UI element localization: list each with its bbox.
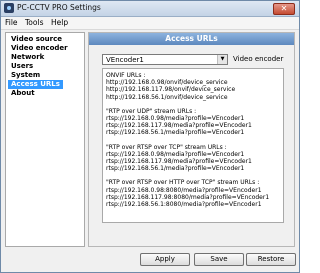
url-line[interactable]: rtsp://192.168.0.98/media?profile=VEncod… (106, 151, 280, 158)
menu-help[interactable]: Help (51, 18, 68, 27)
close-button[interactable]: ✕ (273, 3, 295, 15)
url-line[interactable]: http://192.168.56.1/onvif/device_service (106, 94, 280, 101)
rtp-rtsp-http-tcp-urls-section: "RTP over RTSP over HTTP over TCP" strea… (106, 179, 280, 208)
menu-tools[interactable]: Tools (25, 18, 43, 27)
sidebar-item-video-source[interactable]: Video source (8, 35, 65, 44)
url-line[interactable]: rtsp://192.168.117.98:8080/media?profile… (106, 194, 280, 201)
access-urls-text[interactable]: ONVIF URLs : http://192.168.0.98/onvif/d… (102, 68, 284, 223)
menu-bar: File Tools Help (1, 17, 299, 30)
menu-file[interactable]: File (5, 18, 18, 27)
video-encoder-select[interactable]: VEncoder1 ▼ (102, 54, 228, 65)
save-button[interactable]: Save (194, 253, 244, 266)
url-line[interactable]: http://192.168.117.98/onvif/device_servi… (106, 86, 280, 93)
access-urls-panel: Access URLs VEncoder1 ▼ Video encoder ON… (88, 32, 295, 247)
title-bar: PC-CCTV PRO Settings ✕ (1, 1, 299, 17)
sidebar-item-users[interactable]: Users (8, 62, 36, 71)
url-line[interactable]: http://192.168.0.98/onvif/device_service (106, 79, 280, 86)
section-heading: ONVIF URLs : (106, 72, 146, 79)
section-heading: "RTP over RTSP over TCP" stream URLs : (106, 143, 227, 151)
sidebar-item-network[interactable]: Network (8, 53, 47, 62)
url-line[interactable]: rtsp://192.168.117.98/media?profile=VEnc… (106, 122, 280, 129)
sidebar-item-access-urls[interactable]: Access URLs (8, 80, 63, 89)
video-encoder-label: Video encoder (233, 55, 284, 63)
sidebar-item-video-encoder[interactable]: Video encoder (8, 44, 71, 53)
url-line[interactable]: rtsp://192.168.56.1/media?profile=VEncod… (106, 129, 280, 136)
url-line[interactable]: rtsp://192.168.0.98:8080/media?profile=V… (106, 187, 280, 194)
onvif-urls-section: ONVIF URLs : http://192.168.0.98/onvif/d… (106, 72, 280, 101)
panel-title: Access URLs (89, 33, 294, 45)
rtp-udp-urls-section: "RTP over UDP" stream URLs : rtsp://192.… (106, 108, 280, 137)
rtp-rtsp-tcp-urls-section: "RTP over RTSP over TCP" stream URLs : r… (106, 144, 280, 173)
chevron-down-icon[interactable]: ▼ (217, 55, 227, 64)
apply-button[interactable]: Apply (140, 253, 190, 266)
section-heading: "RTP over RTSP over HTTP over TCP" strea… (106, 179, 260, 187)
window-title: PC-CCTV PRO Settings (17, 3, 101, 12)
url-line[interactable]: rtsp://192.168.56.1:8080/media?profile=V… (106, 201, 280, 208)
app-camera-icon (4, 3, 14, 13)
section-heading: "RTP over UDP" stream URLs : (106, 107, 197, 115)
url-line[interactable]: rtsp://192.168.117.98/media?profile=VEnc… (106, 158, 280, 165)
sidebar-item-about[interactable]: About (8, 89, 38, 98)
url-line[interactable]: rtsp://192.168.0.98/media?profile=VEncod… (106, 115, 280, 122)
sidebar-item-system[interactable]: System (8, 71, 43, 80)
video-encoder-select-value: VEncoder1 (106, 56, 144, 64)
url-line[interactable]: rtsp://192.168.56.1/media?profile=VEncod… (106, 165, 280, 172)
settings-window: PC-CCTV PRO Settings ✕ File Tools Help V… (0, 0, 300, 273)
restore-button[interactable]: Restore (246, 253, 296, 266)
settings-nav: Video source Video encoder Network Users… (5, 32, 85, 247)
